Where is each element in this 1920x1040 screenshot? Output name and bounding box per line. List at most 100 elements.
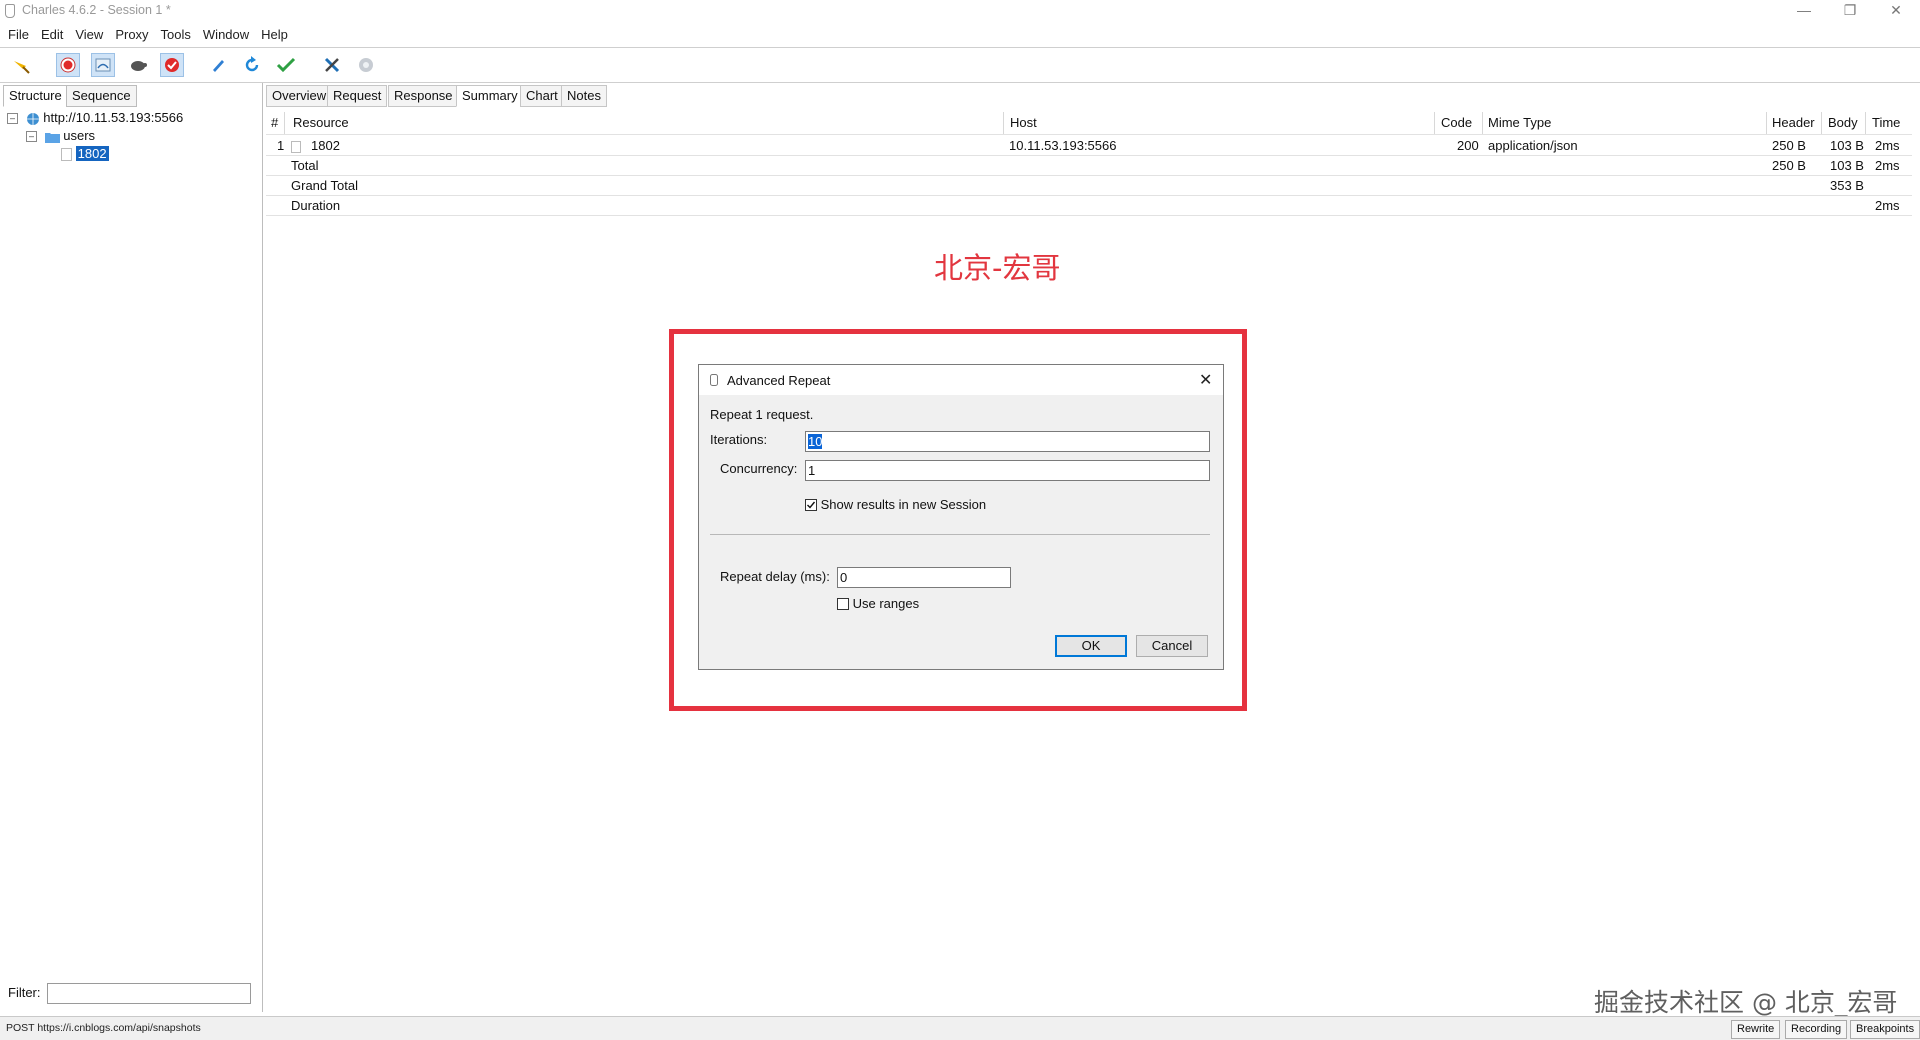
iterations-input[interactable]: 10 bbox=[805, 431, 1210, 452]
menu-tools[interactable]: Tools bbox=[155, 25, 197, 45]
title-bar: Charles 4.6.2 - Session 1 * — ❐ ✕ bbox=[0, 0, 1920, 22]
structure-panel: Structure Sequence – http://10.11.53.193… bbox=[0, 83, 263, 1012]
row-resource: 1802 bbox=[311, 138, 340, 153]
dialog-description: Repeat 1 request. bbox=[710, 407, 814, 422]
tab-chart[interactable]: Chart bbox=[520, 85, 564, 107]
close-window-button[interactable]: ✕ bbox=[1876, 1, 1916, 21]
tab-structure[interactable]: Structure bbox=[3, 85, 68, 107]
menu-help[interactable]: Help bbox=[255, 25, 294, 45]
table-row[interactable]: Grand Total 353 B bbox=[266, 176, 1912, 196]
stop-icon[interactable] bbox=[160, 53, 184, 77]
settings-icon[interactable] bbox=[354, 53, 378, 77]
table-row[interactable]: Total 250 B 103 B 2ms bbox=[266, 156, 1912, 176]
recording-toggle[interactable]: Recording bbox=[1785, 1020, 1848, 1039]
filter-input[interactable] bbox=[47, 983, 251, 1004]
broom-icon[interactable] bbox=[9, 53, 33, 77]
show-results-checkbox[interactable] bbox=[805, 498, 817, 511]
charles-app-icon bbox=[710, 374, 718, 386]
tab-sequence[interactable]: Sequence bbox=[66, 85, 137, 107]
tree-leaf-row[interactable]: 1802 bbox=[61, 145, 109, 163]
row-resource: Total bbox=[291, 158, 319, 173]
status-bar: POST https://i.cnblogs.com/api/snapshots… bbox=[0, 1016, 1920, 1040]
col-host[interactable]: Host bbox=[1010, 112, 1037, 134]
dialog-titlebar[interactable]: Advanced Repeat ✕ bbox=[699, 365, 1223, 395]
record-icon[interactable] bbox=[56, 53, 80, 77]
breakpoints-toggle[interactable]: Breakpoints bbox=[1850, 1020, 1920, 1039]
row-body-size: 353 B bbox=[1830, 178, 1864, 193]
repeat-delay-input[interactable]: 0 bbox=[837, 567, 1011, 588]
file-icon bbox=[291, 136, 301, 155]
menu-bar: File Edit View Proxy Tools Window Help bbox=[0, 25, 1920, 45]
table-row[interactable]: 1 1802 10.11.53.193:5566 200 application… bbox=[266, 136, 1912, 156]
annotation-title: 北京-宏哥 bbox=[934, 251, 1061, 285]
show-results-row[interactable]: Show results in new Session bbox=[805, 496, 986, 512]
col-mime[interactable]: Mime Type bbox=[1488, 112, 1551, 134]
row-host: 10.11.53.193:5566 bbox=[1009, 138, 1117, 153]
tab-summary[interactable]: Summary bbox=[456, 85, 524, 107]
minimize-button[interactable]: — bbox=[1784, 1, 1824, 21]
iterations-label: Iterations: bbox=[710, 432, 768, 447]
row-mime: application/json bbox=[1488, 138, 1578, 153]
col-code[interactable]: Code bbox=[1441, 112, 1472, 134]
filter-label: Filter: bbox=[8, 985, 41, 1000]
use-ranges-checkbox[interactable] bbox=[837, 597, 849, 610]
col-body[interactable]: Body bbox=[1828, 112, 1858, 134]
menu-window[interactable]: Window bbox=[197, 25, 255, 45]
turtle-icon[interactable] bbox=[126, 53, 150, 77]
dialog-divider bbox=[710, 534, 1210, 535]
tab-response[interactable]: Response bbox=[388, 85, 459, 107]
row-time: 2ms bbox=[1875, 198, 1900, 213]
cancel-button[interactable]: Cancel bbox=[1136, 635, 1208, 657]
tab-request[interactable]: Request bbox=[327, 85, 388, 107]
col-header[interactable]: Header bbox=[1772, 112, 1815, 134]
tree-host-label: http://10.11.53.193:5566 bbox=[43, 110, 184, 125]
repeat-icon[interactable] bbox=[240, 53, 264, 77]
row-resource: Duration bbox=[291, 198, 341, 213]
menu-view[interactable]: View bbox=[69, 25, 109, 45]
collapse-icon[interactable]: – bbox=[26, 131, 37, 143]
row-time: 2ms bbox=[1875, 158, 1900, 173]
row-time: 2ms bbox=[1875, 138, 1900, 153]
iterations-value: 10 bbox=[808, 434, 823, 449]
validate-icon[interactable] bbox=[274, 53, 298, 77]
tab-notes[interactable]: Notes bbox=[561, 85, 607, 107]
window-title: Charles 4.6.2 - Session 1 * bbox=[22, 3, 171, 17]
charles-app-icon bbox=[5, 4, 15, 18]
tree-leaf-label: 1802 bbox=[75, 146, 109, 161]
use-ranges-label: Use ranges bbox=[852, 596, 920, 612]
restore-button[interactable]: ❐ bbox=[1830, 1, 1870, 21]
pen-icon[interactable] bbox=[206, 53, 230, 77]
tools-icon[interactable] bbox=[320, 53, 344, 77]
tree-host-row[interactable]: – http://10.11.53.193:5566 bbox=[7, 109, 183, 127]
dialog-title: Advanced Repeat bbox=[727, 373, 831, 388]
col-resource[interactable]: Resource bbox=[293, 112, 349, 134]
file-icon bbox=[61, 148, 72, 162]
concurrency-input[interactable]: 1 bbox=[805, 460, 1210, 481]
advanced-repeat-dialog: Advanced Repeat ✕ Repeat 1 request. Iter… bbox=[698, 364, 1224, 670]
dialog-close-icon[interactable]: ✕ bbox=[1199, 370, 1212, 390]
table-row[interactable]: Duration 2ms bbox=[266, 196, 1912, 216]
col-time[interactable]: Time bbox=[1872, 112, 1900, 134]
tree-folder-label: users bbox=[63, 128, 96, 143]
rewrite-toggle[interactable]: Rewrite bbox=[1731, 1020, 1781, 1039]
folder-icon bbox=[44, 132, 60, 143]
ok-button[interactable]: OK bbox=[1055, 635, 1127, 657]
use-ranges-row[interactable]: Use ranges bbox=[837, 595, 919, 611]
col-num[interactable]: # bbox=[271, 112, 278, 134]
globe-icon bbox=[26, 112, 39, 125]
tree-folder-row[interactable]: – users bbox=[26, 127, 95, 145]
row-num: 1 bbox=[277, 138, 285, 153]
row-resource: Grand Total bbox=[291, 178, 358, 193]
menu-file[interactable]: File bbox=[0, 25, 35, 45]
throttle-icon[interactable] bbox=[91, 53, 115, 77]
toolbar bbox=[0, 47, 1920, 83]
row-body-size: 103 B bbox=[1830, 158, 1864, 173]
tab-overview[interactable]: Overview bbox=[266, 85, 333, 107]
collapse-icon[interactable]: – bbox=[7, 113, 18, 125]
table-header-row: # Resource Host Code Mime Type Header Bo… bbox=[266, 112, 1912, 135]
site-watermark: 掘金技术社区 @ 北京_宏哥 bbox=[1594, 988, 1898, 1017]
menu-edit[interactable]: Edit bbox=[35, 25, 69, 45]
menu-proxy[interactable]: Proxy bbox=[109, 25, 154, 45]
show-results-label: Show results in new Session bbox=[820, 497, 987, 513]
concurrency-label: Concurrency: bbox=[720, 461, 798, 476]
